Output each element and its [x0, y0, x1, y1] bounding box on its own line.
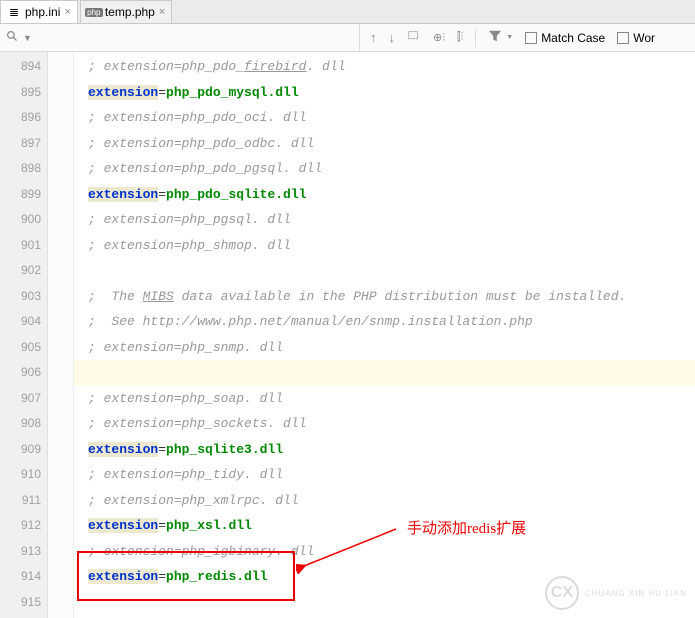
match-words-label: Wor [633, 31, 655, 45]
line-number: 908 [0, 411, 47, 437]
search-icon [6, 30, 19, 46]
add-selection-icon[interactable]: ⊕⫶ [433, 31, 445, 45]
search-toolbar: ▼ ↑ ↓ ⊕⫶ ⫿⫶ ▼ Match Case Wor [0, 24, 695, 52]
code-line[interactable]: ; extension=php_tidy. dll [74, 462, 695, 488]
line-number: 895 [0, 80, 47, 106]
code-content[interactable]: 手动添加redis扩展 ; extension=php_pdo_firebird… [74, 52, 695, 618]
line-number: 910 [0, 462, 47, 488]
code-line[interactable]: extension=php_sqlite3.dll [74, 437, 695, 463]
line-number: 899 [0, 182, 47, 208]
annotation-text: 手动添加redis扩展 [407, 517, 526, 538]
line-number: 911 [0, 488, 47, 514]
code-line[interactable]: ; extension=php_pdo_oci. dll [74, 105, 695, 131]
arrow-up-icon[interactable]: ↑ [370, 30, 377, 45]
tab-bar: ≣ php.ini × php temp.php × [0, 0, 695, 24]
tab-php-ini[interactable]: ≣ php.ini × [0, 0, 78, 23]
checkbox-icon [617, 32, 629, 44]
tab-temp-php[interactable]: php temp.php × [80, 0, 172, 23]
match-case-label: Match Case [541, 31, 605, 45]
code-line[interactable]: ; extension=php_sockets. dll [74, 411, 695, 437]
line-number: 914 [0, 564, 47, 590]
code-line[interactable]: ; extension=php_pdo_odbc. dll [74, 131, 695, 157]
line-number: 913 [0, 539, 47, 565]
divider [475, 29, 476, 47]
code-line[interactable]: ; The MIBS data available in the PHP dis… [74, 284, 695, 310]
code-editor[interactable]: 8948958968978988999009019029039049059069… [0, 52, 695, 618]
code-line[interactable]: extension=php_pdo_mysql.dll [74, 80, 695, 106]
line-number: 904 [0, 309, 47, 335]
tab-label: php.ini [25, 5, 60, 19]
filter-icon[interactable] [488, 29, 502, 46]
line-number: 903 [0, 284, 47, 310]
watermark-text: CHUANG XIN HU LIAN [585, 589, 687, 598]
php-icon: php [87, 5, 101, 19]
line-number: 915 [0, 590, 47, 616]
tab-label: temp.php [105, 5, 155, 19]
code-line[interactable]: ; See http://www.php.net/manual/en/snmp.… [74, 309, 695, 335]
select-icon[interactable] [407, 29, 421, 46]
code-line[interactable]: ; extension=php_igbinary. dll [74, 539, 695, 565]
match-words-toggle[interactable]: Wor [617, 31, 655, 45]
watermark-logo: CX [545, 576, 579, 610]
line-number: 912 [0, 513, 47, 539]
file-icon: ≣ [7, 5, 21, 19]
search-input-area[interactable]: ▼ [0, 24, 360, 51]
code-line[interactable]: ; extension=php_soap. dll [74, 386, 695, 412]
code-line[interactable] [74, 258, 695, 284]
code-line[interactable]: ; extension=php_pgsql. dll [74, 207, 695, 233]
line-number: 907 [0, 386, 47, 412]
fold-margin [48, 52, 74, 618]
code-line[interactable]: ; extension=php_snmp. dll [74, 335, 695, 361]
code-line[interactable]: extension=php_xsl.dll [74, 513, 695, 539]
line-number: 896 [0, 105, 47, 131]
line-number: 897 [0, 131, 47, 157]
line-number: 906 [0, 360, 47, 386]
line-number: 905 [0, 335, 47, 361]
select-all-icon[interactable]: ⫿⫶ [457, 31, 463, 44]
line-number: 902 [0, 258, 47, 284]
code-line[interactable]: ; extension=php_pdo_firebird. dll [74, 54, 695, 80]
chevron-down-icon[interactable]: ▼ [23, 33, 32, 43]
code-line[interactable]: ; extension=php_shmop. dll [74, 233, 695, 259]
line-number: 894 [0, 54, 47, 80]
watermark: CX CHUANG XIN HU LIAN [545, 576, 687, 610]
line-number: 901 [0, 233, 47, 259]
line-number: 909 [0, 437, 47, 463]
arrow-down-icon[interactable]: ↓ [389, 30, 396, 45]
code-line[interactable] [74, 360, 695, 386]
code-line[interactable]: ; extension=php_xmlrpc. dll [74, 488, 695, 514]
checkbox-icon [525, 32, 537, 44]
line-gutter: 8948958968978988999009019029039049059069… [0, 52, 48, 618]
chevron-down-icon[interactable]: ▼ [506, 34, 513, 41]
line-number: 900 [0, 207, 47, 233]
close-icon[interactable]: × [64, 6, 70, 18]
close-icon[interactable]: × [159, 6, 165, 18]
line-number: 898 [0, 156, 47, 182]
code-line[interactable]: extension=php_pdo_sqlite.dll [74, 182, 695, 208]
match-case-toggle[interactable]: Match Case [525, 31, 605, 45]
code-line[interactable]: ; extension=php_pdo_pgsql. dll [74, 156, 695, 182]
